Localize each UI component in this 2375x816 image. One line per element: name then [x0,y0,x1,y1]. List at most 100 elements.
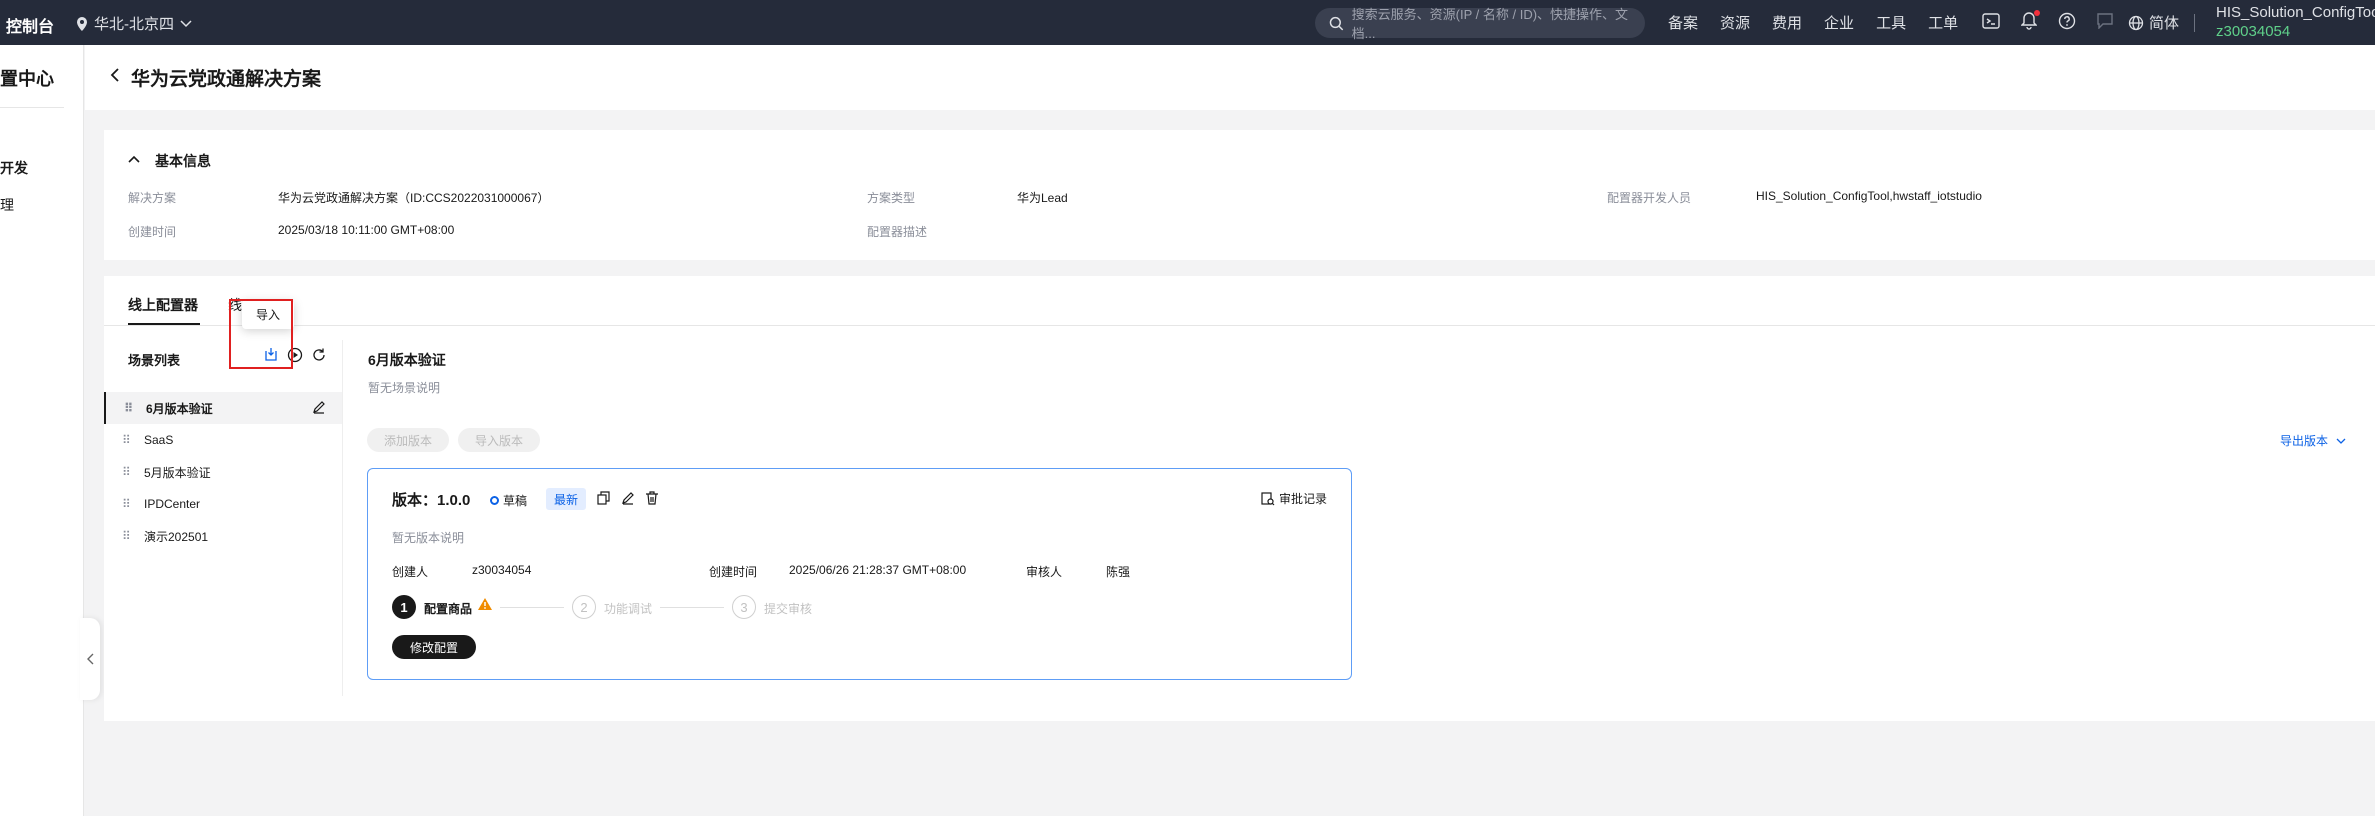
version-created-value: 2025/06/26 21:28:37 GMT+08:00 [789,563,967,577]
page-title: 华为云党政通解决方案 [131,69,322,90]
link-tickets[interactable]: 工单 [1928,12,1958,33]
tab-online-configurator[interactable]: 线上配置器 [128,295,198,315]
scene-item[interactable]: ⠿ SaaS [104,424,342,456]
bell-icon[interactable] [2018,10,2040,32]
language-selector[interactable]: 简体 [2128,12,2179,33]
console-link[interactable]: 控制台 [6,13,54,37]
scene-name: 5月版本验证 [144,465,211,480]
location-pin-icon [77,16,87,31]
global-search-input[interactable]: 搜索云服务、资源(IP / 名称 / ID)、快捷操作、文档... [1315,7,1645,41]
notification-dot [2034,10,2040,16]
scene-name: 6月版本验证 [146,401,213,416]
link-filing[interactable]: 备案 [1668,12,1698,33]
version-description: 暂无版本说明 [392,531,465,545]
edit-icon[interactable] [312,400,326,417]
step-3-indicator: 3 [732,595,756,619]
export-version-label: 导出版本 [2280,434,2329,448]
scene-item[interactable]: ⠿ IPDCenter [104,488,342,520]
user-id: z30034054 [2216,23,2291,40]
add-version-button[interactable]: 添加版本 [367,428,449,452]
highlight-box [229,299,293,369]
scene-item[interactable]: ⠿ 6月版本验证 [104,392,342,424]
username: HIS_Solution_ConfigTool [2216,4,2375,21]
version-title: 版本：1.0.0 [392,492,471,509]
delete-icon[interactable] [643,489,661,507]
type-label: 方案类型 [867,191,916,205]
created-label: 创建时间 [128,225,177,239]
scene-name: IPDCenter [144,497,201,511]
drag-handle-icon[interactable]: ⠿ [122,529,131,543]
topbar-divider [2194,14,2195,32]
sidebar-item-develop[interactable]: 开发 [0,158,28,178]
left-sidebar: 置中心 开发 理 [0,45,84,816]
audit-record-label: 审批记录 [1279,492,1328,506]
solution-value: 华为云党政通解决方案（ID:CCS2022031000067） [278,191,550,205]
collapse-toggle-icon[interactable] [128,150,140,166]
reviewer-label: 审核人 [1026,565,1063,579]
help-icon[interactable] [2056,10,2078,32]
search-placeholder: 搜索云服务、资源(IP / 名称 / ID)、快捷操作、文档... [1351,7,1629,41]
type-value: 华为Lead [1017,191,1068,205]
warning-icon [477,597,493,614]
search-icon [1329,16,1344,30]
link-tools[interactable]: 工具 [1876,12,1906,33]
chevron-left-icon [87,653,94,665]
creator-value: z30034054 [472,563,532,577]
created-value: 2025/03/18 10:11:00 GMT+08:00 [278,223,455,237]
step-connector [500,607,564,608]
drag-handle-icon[interactable]: ⠿ [122,497,131,511]
top-icons [1980,10,2116,32]
user-account[interactable]: HIS_Solution_ConfigTool z30034054 [2216,3,2375,41]
sidebar-collapse-handle[interactable] [80,618,100,700]
reviewer-value: 陈强 [1106,565,1131,579]
sidebar-divider [0,107,64,108]
status-label: 草稿 [503,494,528,508]
panel-divider [342,340,343,696]
version-created-label: 创建时间 [709,565,758,579]
back-icon[interactable] [110,66,120,87]
step-3-label: 提交审核 [764,602,813,616]
link-resources[interactable]: 资源 [1720,12,1750,33]
page-header [85,45,2375,110]
tabs-divider [104,325,2375,326]
scene-detail-title: 6月版本验证 [368,352,446,368]
developer-value: HIS_Solution_ConfigTool,hwstaff_iotstudi… [1756,189,1982,203]
step-1-indicator: 1 [392,595,416,619]
drag-handle-icon[interactable]: ⠿ [122,433,131,447]
step-1-label: 配置商品 [424,602,473,616]
scene-item[interactable]: ⠿ 5月版本验证 [104,456,342,488]
link-enterprise[interactable]: 企业 [1824,12,1854,33]
copy-icon[interactable] [595,489,613,507]
link-billing[interactable]: 费用 [1772,12,1802,33]
version-status: 草稿 [490,492,527,509]
audit-record-icon [1261,491,1275,505]
drag-handle-icon[interactable]: ⠿ [122,465,131,479]
description-label: 配置器描述 [867,225,928,239]
region-label: 华北-北京四 [94,16,174,33]
scene-detail-description: 暂无场景说明 [368,381,441,395]
audit-record-link[interactable]: 审批记录 [1261,490,1327,507]
scene-list-title: 场景列表 [128,353,181,368]
feedback-icon[interactable] [2094,10,2116,32]
step-2-indicator: 2 [572,595,596,619]
language-label: 简体 [2149,15,2180,32]
drag-handle-icon[interactable]: ⠿ [124,401,133,415]
edit-icon[interactable] [619,489,637,507]
cloud-shell-icon[interactable] [1980,10,2002,32]
top-navigation-bar: 控制台 华北-北京四 搜索云服务、资源(IP / 名称 / ID)、快捷操作、文… [0,0,2375,45]
basic-info-heading: 基本信息 [155,153,211,169]
creator-label: 创建人 [392,565,429,579]
chevron-down-icon [180,19,192,27]
sidebar-item-manage[interactable]: 理 [0,195,14,215]
sidebar-title: 置中心 [0,69,54,89]
latest-badge: 最新 [546,488,586,510]
globe-icon [2128,15,2144,30]
chevron-down-icon [2336,438,2346,444]
top-links: 备案 资源 费用 企业 工具 工单 [1668,12,1958,33]
scene-item[interactable]: ⠿ 演示202501 [104,520,342,552]
modify-config-button[interactable]: 修改配置 [392,635,476,659]
import-version-button[interactable]: 导入版本 [458,428,540,452]
refresh-icon[interactable] [310,346,328,364]
region-selector[interactable]: 华北-北京四 [76,13,192,34]
export-version-dropdown[interactable]: 导出版本 [2280,432,2346,449]
